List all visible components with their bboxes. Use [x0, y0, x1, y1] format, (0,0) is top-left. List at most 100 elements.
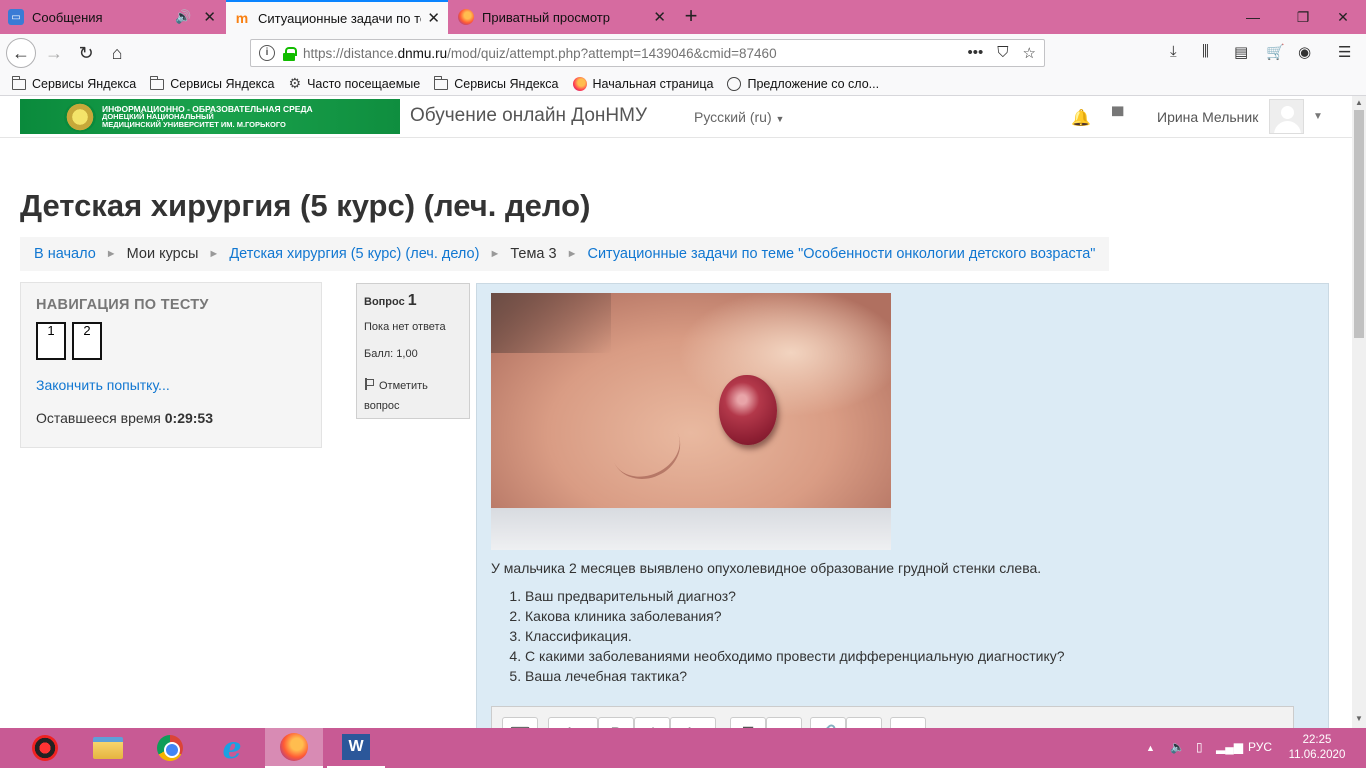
- menu-icon[interactable]: ☰: [1338, 43, 1351, 61]
- lock-icon[interactable]: [283, 46, 297, 61]
- flag-icon: [364, 378, 375, 390]
- info-icon[interactable]: i: [259, 45, 275, 61]
- battery-icon[interactable]: ▯: [1196, 740, 1203, 754]
- taskbar-ie[interactable]: e: [203, 728, 261, 768]
- bold-icon[interactable]: B: [598, 717, 634, 728]
- toolbar-toggle-icon[interactable]: ⌨: [502, 717, 538, 728]
- firefox-icon: [458, 9, 474, 25]
- bookmark-item[interactable]: Предложение со сло...: [727, 76, 879, 91]
- breadcrumb-home[interactable]: В начало: [34, 246, 96, 262]
- image-icon[interactable]: ▣: [890, 717, 926, 728]
- new-tab-button[interactable]: +: [678, 4, 704, 30]
- internet-explorer-icon: e: [222, 730, 242, 766]
- pocket-icon[interactable]: ⛉: [997, 44, 1008, 62]
- reload-icon[interactable]: ↻: [72, 39, 100, 67]
- account-icon[interactable]: ◉: [1298, 43, 1311, 61]
- language-menu[interactable]: Русский (ru) ▼: [694, 109, 784, 125]
- tab-strip: ▭ Сообщения 🔊 ✕ m Ситуационные задачи по…: [0, 0, 1366, 34]
- url-text[interactable]: https://distance.dnmu.ru/mod/quiz/attemp…: [303, 46, 777, 61]
- breadcrumb-separator-icon: ►: [489, 248, 501, 260]
- taskbar-word[interactable]: W: [327, 728, 385, 768]
- chevron-down-icon[interactable]: ▼: [1313, 111, 1323, 122]
- numbered-list-icon[interactable]: ≡: [766, 717, 802, 728]
- tray-expand-icon[interactable]: ▲: [1146, 743, 1155, 753]
- tab-messages[interactable]: ▭ Сообщения 🔊 ✕: [0, 0, 224, 34]
- quiz-navigation-block: НАВИГАЦИЯ ПО ТЕСТУ 1 2 Закончить попытку…: [20, 282, 322, 448]
- university-emblem-icon: [64, 101, 96, 132]
- tab-quiz[interactable]: m Ситуационные задачи по теме ✕: [226, 0, 448, 34]
- site-logo[interactable]: ИНФОРМАЦИОННО - ОБРАЗОВАТЕЛЬНАЯ СРЕДА ДО…: [20, 99, 400, 134]
- italic-icon[interactable]: I: [634, 717, 670, 728]
- forward-icon[interactable]: →: [40, 39, 68, 67]
- input-language[interactable]: РУС: [1248, 740, 1272, 754]
- font-size-icon[interactable]: A▾: [548, 717, 598, 728]
- home-icon[interactable]: ⌂: [103, 39, 131, 67]
- font-color-icon[interactable]: A▾: [670, 717, 716, 728]
- close-tab-icon[interactable]: ✕: [203, 8, 216, 26]
- tab-private[interactable]: Приватный просмотр ✕: [450, 0, 674, 34]
- bookmark-item[interactable]: Начальная страница: [572, 76, 713, 91]
- bookmark-item[interactable]: ⚙ Часто посещаемые: [289, 75, 421, 92]
- messages-icon[interactable]: ▀: [1112, 108, 1123, 126]
- user-name[interactable]: Ирина Мельник: [1157, 109, 1258, 125]
- network-signal-icon[interactable]: ▂▄▆: [1216, 740, 1243, 754]
- link-icon[interactable]: 🔗: [810, 717, 846, 728]
- question-mark: Балл: 1,00: [364, 348, 418, 360]
- quiz-nav-question-1[interactable]: 1: [36, 322, 66, 360]
- library-icon[interactable]: ⫼: [1202, 43, 1209, 60]
- bullet-list-icon[interactable]: ☰: [730, 717, 766, 728]
- word-icon: W: [342, 734, 370, 760]
- scrollbar-thumb[interactable]: [1354, 110, 1364, 338]
- scroll-down-icon[interactable]: ▼: [1354, 714, 1364, 726]
- firefox-icon: [280, 733, 308, 761]
- taskbar-clock[interactable]: 22:25 11.06.2020: [1286, 733, 1348, 763]
- url-bar[interactable]: i https://distance.dnmu.ru/mod/quiz/atte…: [250, 39, 1045, 67]
- page-scrollbar[interactable]: ▲ ▼: [1352, 96, 1366, 728]
- page-actions-icon[interactable]: •••: [968, 44, 984, 62]
- close-tab-icon[interactable]: ✕: [427, 9, 440, 27]
- tab-title: Сообщения: [32, 9, 103, 25]
- close-tab-icon[interactable]: ✕: [653, 8, 666, 26]
- bookmark-item[interactable]: Сервисы Яндекса: [11, 76, 136, 91]
- site-name[interactable]: Обучение онлайн ДонНМУ: [410, 105, 647, 127]
- sidebar-icon[interactable]: ▤: [1234, 43, 1248, 61]
- chrome-icon: [157, 735, 183, 761]
- flag-question-button[interactable]: Отметить вопрос: [364, 376, 428, 416]
- question-state: Пока нет ответа: [364, 321, 446, 333]
- breadcrumb-quiz[interactable]: Ситуационные задачи по теме "Особенности…: [587, 246, 1095, 262]
- moodle-icon: m: [235, 10, 249, 26]
- breadcrumb-course[interactable]: Детская хирургия (5 курс) (леч. дело): [229, 246, 479, 262]
- taskbar-explorer[interactable]: [79, 728, 137, 768]
- close-window-icon[interactable]: ✕: [1320, 0, 1366, 34]
- list-item: Ваш предварительный диагноз?: [525, 586, 1065, 606]
- question-text: У мальчика 2 месяцев выявлено опухолевид…: [491, 560, 1042, 576]
- taskbar-kaspersky[interactable]: [16, 728, 74, 768]
- speaker-icon[interactable]: 🔊: [175, 9, 191, 25]
- bookmark-item[interactable]: Сервисы Яндекса: [433, 76, 559, 91]
- unlink-icon[interactable]: ✂: [846, 717, 882, 728]
- bookmark-item[interactable]: Сервисы Яндекса: [149, 76, 275, 91]
- file-explorer-icon: [93, 737, 123, 759]
- cart-icon[interactable]: 🛒: [1266, 43, 1285, 61]
- back-icon[interactable]: ←: [6, 38, 36, 68]
- quiz-nav-question-2[interactable]: 2: [72, 322, 102, 360]
- firefox-icon: [572, 76, 587, 91]
- volume-icon[interactable]: 🔈: [1170, 740, 1185, 754]
- minimize-icon[interactable]: —: [1230, 0, 1276, 34]
- question-info-panel: Вопрос 1 Пока нет ответа Балл: 1,00 Отме…: [356, 283, 470, 419]
- bookmark-star-icon[interactable]: ☆: [1023, 44, 1036, 62]
- download-icon[interactable]: ⤓: [1170, 43, 1177, 60]
- breadcrumb-separator-icon: ►: [208, 248, 220, 260]
- finish-attempt-link[interactable]: Закончить попытку...: [36, 377, 170, 393]
- avatar[interactable]: [1269, 99, 1304, 134]
- quiz-navigation-heading: НАВИГАЦИЯ ПО ТЕСТУ: [36, 297, 209, 313]
- taskbar-firefox[interactable]: [265, 728, 323, 768]
- scroll-up-icon[interactable]: ▲: [1354, 98, 1364, 110]
- list-item: Какова клиника заболевания?: [525, 606, 1065, 626]
- site-header: ИНФОРМАЦИОННО - ОБРАЗОВАТЕЛЬНАЯ СРЕДА ДО…: [0, 96, 1352, 138]
- messages-icon: ▭: [8, 9, 24, 25]
- taskbar-chrome[interactable]: [141, 728, 199, 768]
- nav-bar: ← → ↻ ⌂ i https://distance.dnmu.ru/mod/q…: [0, 34, 1366, 72]
- notifications-bell-icon[interactable]: 🔔: [1071, 108, 1091, 128]
- tab-title: Ситуационные задачи по теме: [258, 10, 421, 26]
